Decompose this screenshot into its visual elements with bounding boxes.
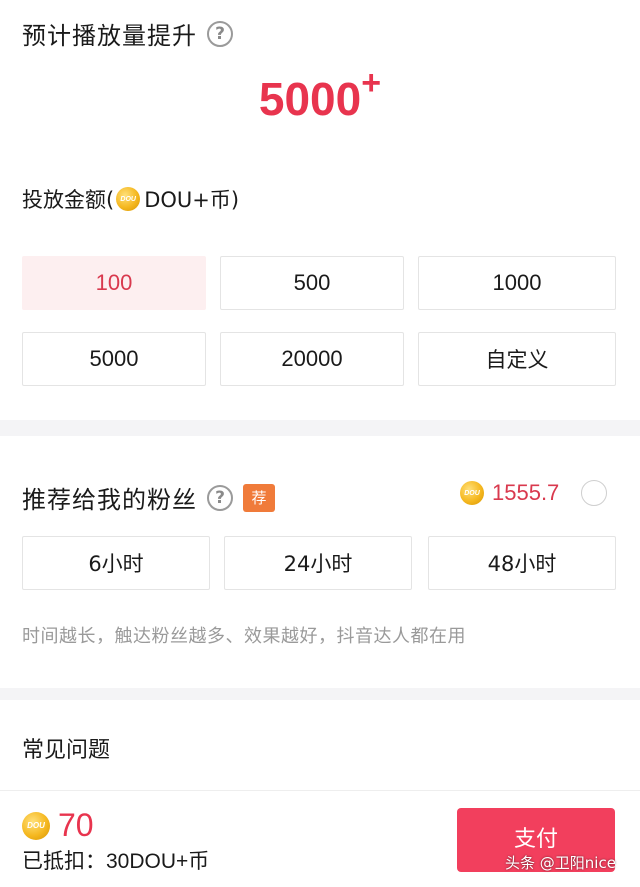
- fans-price-row: DOU 1555.7: [460, 480, 608, 506]
- amount-option-1000[interactable]: 1000: [418, 256, 616, 310]
- amount-label: 投放金额( DOU DOU+币): [22, 184, 239, 214]
- amount-label-suffix: DOU+币): [144, 188, 240, 212]
- total-value: 70: [58, 807, 94, 843]
- estimate-number: 5000: [258, 73, 362, 125]
- fans-price: 1555.7: [492, 480, 560, 505]
- faq-section: 常见问题: [0, 700, 640, 790]
- help-icon[interactable]: ?: [207, 484, 233, 511]
- duration-option-24h[interactable]: 24小时: [224, 536, 412, 590]
- estimate-suffix: +: [361, 64, 382, 102]
- amount-label-prefix: 投放金额(: [22, 188, 115, 212]
- recommend-badge: 荐: [243, 483, 275, 512]
- amount-option-500[interactable]: 500: [220, 256, 404, 310]
- fans-section: 推荐给我的粉丝 ? 荐 DOU 1555.7 6小时 24小时 48小时 时间越…: [0, 436, 640, 688]
- fans-hint-text: 时间越长，触达粉丝越多、效果越好，抖音达人都在用: [22, 626, 466, 647]
- amount-option-100[interactable]: 100: [22, 256, 206, 310]
- deduct-value: 30DOU+币: [106, 850, 210, 873]
- amount-option-5000[interactable]: 5000: [22, 332, 206, 386]
- section-divider: [0, 688, 640, 700]
- section-divider: [0, 420, 640, 436]
- faq-title[interactable]: 常见问题: [22, 732, 110, 764]
- amount-option-20000[interactable]: 20000: [220, 332, 404, 386]
- help-icon[interactable]: ?: [207, 20, 233, 47]
- watermark-text: 头条 @卫阳nice: [505, 854, 616, 872]
- fans-title: 推荐给我的粉丝: [22, 486, 197, 514]
- deduct-text: 已抵扣：30DOU+币: [22, 845, 209, 875]
- deduct-label: 已抵扣：: [22, 850, 106, 873]
- fans-radio-button[interactable]: [581, 480, 608, 506]
- fans-title-row: 推荐给我的粉丝 ? 荐: [22, 480, 275, 515]
- dou-coin-icon: DOU: [22, 811, 50, 840]
- dou-coin-icon: DOU: [460, 481, 484, 505]
- duration-option-48h[interactable]: 48小时: [428, 536, 616, 590]
- duration-option-6h[interactable]: 6小时: [22, 536, 210, 590]
- estimate-section: 预计播放量提升 ? 5000+ 投放金额( DOU DOU+币) 100 500…: [0, 0, 640, 420]
- dou-coin-icon: DOU: [116, 187, 141, 211]
- estimate-title-row: 预计播放量提升 ?: [22, 16, 233, 51]
- estimate-title: 预计播放量提升: [22, 22, 197, 50]
- amount-option-custom[interactable]: 自定义: [418, 332, 616, 386]
- total-amount: DOU 70: [22, 807, 94, 844]
- estimate-value: 5000+: [0, 66, 640, 126]
